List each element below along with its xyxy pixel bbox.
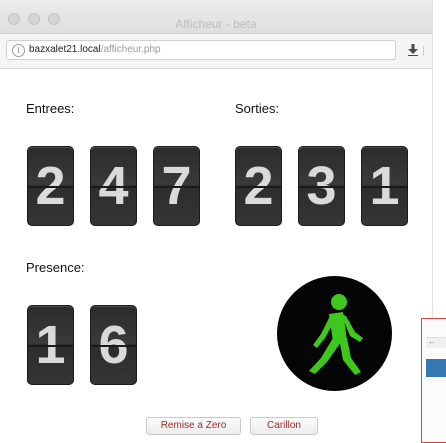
presence-label: Presence: bbox=[26, 260, 85, 275]
pedestrian-walk-icon bbox=[309, 294, 363, 375]
presence-digit: 6 bbox=[90, 305, 137, 385]
background-window-fragment: ← bbox=[421, 318, 446, 443]
entrees-digit: 2 bbox=[27, 146, 74, 226]
info-icon[interactable]: i bbox=[12, 44, 25, 57]
sorties-digit: 2 bbox=[235, 146, 282, 226]
toolbar-separator bbox=[423, 46, 424, 56]
address-field[interactable]: i bazxalet21.local/afficheur.php bbox=[6, 40, 396, 60]
window-titlebar: Afficheur - beta bbox=[0, 0, 432, 34]
sorties-label: Sorties: bbox=[235, 101, 280, 116]
window-title: Afficheur - beta bbox=[175, 17, 257, 31]
browser-toolbar: i bazxalet21.local/afficheur.php bbox=[0, 34, 432, 69]
url-host: bazxalet21.local bbox=[29, 44, 101, 55]
entrees-label: Entrees: bbox=[26, 101, 75, 116]
background-window-header bbox=[426, 359, 446, 377]
chime-button[interactable]: Carillon bbox=[250, 417, 318, 435]
sorties-digit: 1 bbox=[361, 146, 408, 226]
presence-digit: 1 bbox=[27, 305, 74, 385]
pedestrian-signal bbox=[277, 276, 392, 391]
url-path: /afficheur.php bbox=[100, 44, 161, 55]
entrees-digit: 4 bbox=[90, 146, 137, 226]
reset-button[interactable]: Remise a Zero bbox=[146, 417, 241, 435]
back-arrow-icon: ← bbox=[428, 337, 436, 346]
url-text: bazxalet21.local/afficheur.php bbox=[29, 41, 161, 59]
sorties-digit: 3 bbox=[298, 146, 345, 226]
download-icon[interactable] bbox=[408, 44, 418, 56]
entrees-digit: 7 bbox=[153, 146, 200, 226]
